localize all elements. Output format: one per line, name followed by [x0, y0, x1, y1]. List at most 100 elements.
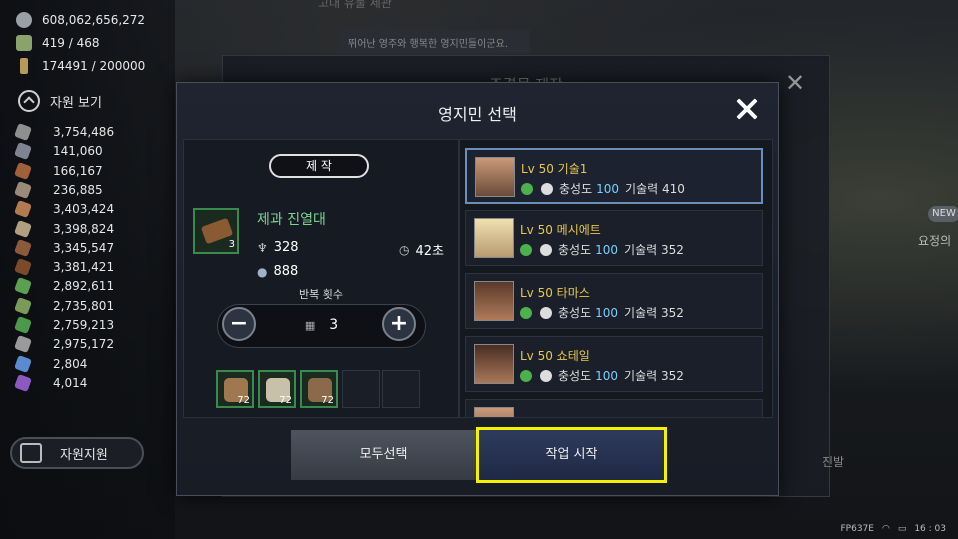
- resource-row: 3,345,547: [14, 238, 115, 257]
- item-name: 제과 진열대: [257, 212, 326, 228]
- resource-row: 2,759,213: [14, 316, 115, 334]
- material-slot[interactable]: 72: [300, 370, 338, 408]
- happy-face-icon: [521, 182, 533, 195]
- repeat-value: 3: [329, 317, 339, 333]
- worker-portrait: [475, 157, 515, 197]
- device-name: FP637E: [840, 524, 874, 534]
- feather-icon: [14, 180, 32, 199]
- worker-row[interactable]: Lv 50 타마스 충성도 100 기술력 352: [465, 273, 763, 329]
- lordship-icon: [16, 35, 32, 51]
- start-work-button[interactable]: 작업 시작: [476, 427, 667, 483]
- collapse-icon: [18, 90, 40, 112]
- resource-view-toggle[interactable]: 자원 보기: [18, 90, 102, 112]
- silver-coin-icon: [16, 12, 32, 28]
- rock-icon: [14, 335, 32, 354]
- resource-value: 2,975,172: [53, 337, 115, 352]
- support-label: 자원지원: [60, 447, 108, 463]
- gear-icon: [541, 182, 553, 195]
- background-close-icon[interactable]: ✕: [785, 69, 805, 97]
- worker-row[interactable]: Lv 50 메시에트 충성도 100 기술력 352: [465, 210, 763, 266]
- stone-icon: [14, 142, 32, 161]
- close-icon[interactable]: [733, 95, 761, 123]
- worker-portrait: [474, 407, 514, 417]
- loyalty-value: 100: [595, 305, 619, 320]
- resource-value: 166,167: [53, 163, 103, 178]
- resource-value: 3,403,424: [53, 202, 115, 217]
- plank-icon: [14, 219, 32, 238]
- worker-name: Lv 50 타마스: [520, 286, 590, 300]
- gear-icon: [540, 306, 552, 319]
- clock-icon: ◷: [399, 242, 410, 257]
- silver-cost-value: 888: [273, 264, 299, 279]
- worker-stats: 충성도 100 기술력 352: [520, 241, 684, 258]
- worker-list: Lv 50 기술1 충성도 100 기술력 410 Lv 50 메시에트 충성도…: [459, 139, 773, 418]
- herb-icon: [14, 296, 32, 315]
- worker-row[interactable]: Lv 50 쇼테일 충성도 100 기술력 352: [465, 336, 763, 392]
- happy-face-icon: [520, 306, 532, 319]
- gear-icon: [540, 369, 552, 382]
- craft-time-value: 42초: [415, 244, 444, 259]
- resource-row: 3,398,824: [14, 219, 115, 238]
- silver-value: 608,062,656,272: [42, 13, 146, 27]
- resource-row: 4,014: [14, 373, 88, 392]
- crystal-icon: [14, 354, 32, 373]
- worker-stats: 충성도 100 기술력 352: [520, 304, 684, 321]
- resource-value: 4,014: [53, 375, 88, 390]
- side-menu-text[interactable]: 요정의: [918, 232, 951, 249]
- gear-icon: [540, 243, 552, 256]
- material-slot[interactable]: 72: [258, 370, 296, 408]
- wheat-value: 174491 / 200000: [42, 59, 146, 73]
- silver-cost: ● 888: [257, 264, 298, 279]
- ore-icon: [14, 123, 32, 141]
- resource-row: 2,804: [14, 354, 88, 373]
- material-count: 72: [321, 395, 334, 406]
- resource-value: 3,398,824: [53, 221, 115, 236]
- silver-stat: 608,062,656,272: [16, 10, 145, 30]
- happy-face-icon: [520, 243, 532, 256]
- status-bar: FP637E ◠ ▭ 16 : 03: [840, 524, 946, 534]
- wood-log-icon: [14, 161, 32, 180]
- empty-slot: [382, 370, 420, 408]
- resource-value: 2,759,213: [53, 318, 115, 332]
- side-menu-text-2: 진발: [822, 455, 845, 469]
- resource-value: 141,060: [53, 144, 103, 159]
- resource-row: 2,892,611: [14, 277, 114, 296]
- loyalty-label: 충성도: [559, 182, 593, 196]
- repeat-stepper: − ▦ 3 +: [217, 304, 426, 348]
- skill-label: 기술력: [624, 306, 658, 320]
- wheat-cost-value: 328: [273, 240, 299, 255]
- worker-portrait: [474, 218, 514, 258]
- item-slot[interactable]: 3: [193, 208, 239, 254]
- worker-row[interactable]: Lv 50 기술1 충성도 100 기술력 410: [465, 148, 763, 204]
- resource-row: 2,975,172: [14, 335, 115, 354]
- battery-icon: ▭: [897, 524, 907, 534]
- material-count: 72: [279, 395, 292, 406]
- material-count: 72: [237, 395, 250, 406]
- chest-icon: [20, 443, 42, 463]
- material-slot[interactable]: 72: [216, 370, 254, 408]
- resource-row: 3,754,486: [14, 123, 115, 141]
- wheat-icon: [20, 58, 28, 74]
- new-badge: NEW: [928, 206, 958, 222]
- clock-time: 16 : 03: [914, 524, 946, 534]
- loyalty-label: 충성도: [558, 369, 592, 383]
- worker-row-partial[interactable]: [465, 399, 763, 417]
- resource-row: 3,403,424: [14, 200, 115, 219]
- resource-view-label: 자원 보기: [50, 95, 102, 111]
- increase-button[interactable]: +: [382, 307, 416, 341]
- resource-row: 3,381,421: [14, 258, 114, 277]
- loyalty-value: 100: [596, 181, 620, 196]
- resource-value: 2,804: [53, 356, 88, 371]
- resource-value: 3,345,547: [53, 240, 115, 255]
- modal-title: 영지민 선택: [438, 105, 517, 124]
- resource-row: 141,060: [14, 142, 103, 161]
- resource-panel: 608,062,656,272 419 / 468 174491 / 20000…: [0, 0, 175, 539]
- silver-coin-icon: ●: [257, 264, 268, 279]
- skill-value: 352: [660, 242, 684, 257]
- wheat-cost: ♆ 328: [257, 240, 299, 255]
- select-all-button[interactable]: 모두선택: [291, 430, 476, 480]
- resource-value: 3,754,486: [53, 125, 115, 139]
- resource-row: 166,167: [14, 161, 103, 180]
- resource-support-button[interactable]: 자원지원: [10, 437, 144, 469]
- empty-slot: [342, 370, 380, 408]
